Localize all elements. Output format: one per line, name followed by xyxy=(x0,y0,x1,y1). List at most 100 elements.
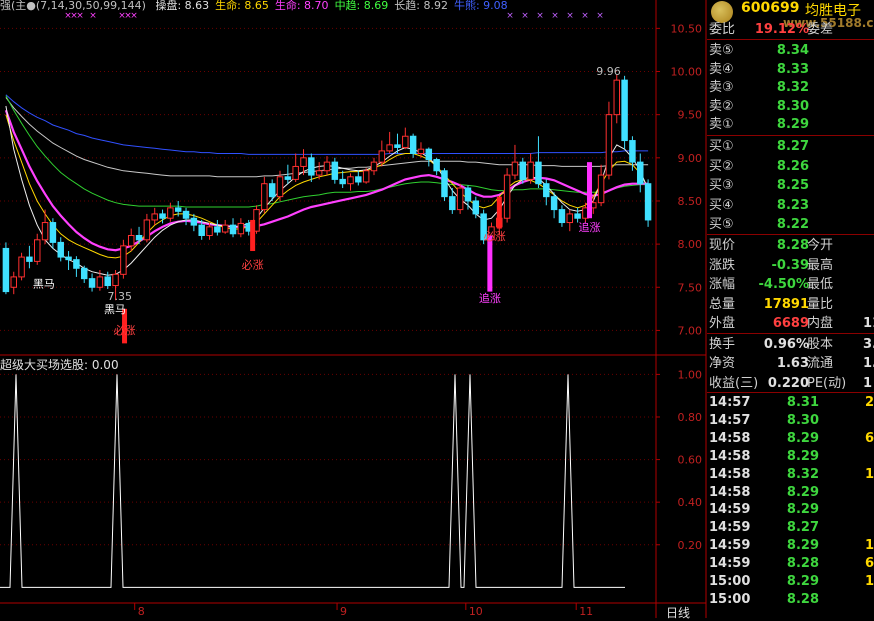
chart-annotation: 7.35 xyxy=(108,290,133,303)
quote-label-2: PE(动) xyxy=(807,375,847,391)
chart-annotation: 必涨 xyxy=(484,230,506,243)
tick-price: 8.31 xyxy=(786,395,819,410)
candle-body xyxy=(292,165,299,180)
signal-bar xyxy=(586,162,592,219)
tick-row: 14:59 8.28 6 xyxy=(707,554,874,573)
ma-legend-item: 中趋: 8.69 xyxy=(334,0,389,12)
candle-body xyxy=(558,209,566,224)
tick-price: 8.28 xyxy=(786,591,819,607)
stock-header: 600699 均胜电子 www.55188.com xyxy=(707,0,874,30)
sub-y-tick-label: 0.80 xyxy=(678,411,703,424)
candle-body xyxy=(167,207,174,219)
candle-body xyxy=(135,234,143,241)
candle-body xyxy=(511,161,519,176)
candle-body xyxy=(96,276,104,288)
candle-body xyxy=(65,256,72,261)
candle-body xyxy=(503,174,511,219)
candle-body xyxy=(80,267,88,280)
candle-body xyxy=(621,79,628,142)
candle-body xyxy=(276,176,284,198)
candle-body xyxy=(18,256,25,278)
ratio-label: 委比 xyxy=(709,22,736,37)
bid-row: 买② 8.26 xyxy=(707,157,874,176)
candle-body xyxy=(2,247,10,293)
candle-body xyxy=(527,161,534,180)
candle-body xyxy=(49,222,57,243)
tick-row: 15:00 8.29 1 xyxy=(707,572,874,591)
tick-time: 15:00 xyxy=(709,574,751,589)
ask-label: 卖① xyxy=(709,117,734,132)
candle-body xyxy=(519,161,527,180)
tick-price: 8.29 xyxy=(786,448,819,464)
quote-label-2: 今开 xyxy=(807,238,834,253)
quote-value: 8.28 xyxy=(776,238,809,253)
ma-line xyxy=(4,109,649,252)
chart-annotation: 必涨 xyxy=(242,258,264,271)
sub-y-tick-label: 0.40 xyxy=(678,496,703,509)
tick-price: 8.28 xyxy=(786,556,819,572)
quote-row: 外盘 6689 内盘 11 xyxy=(707,314,874,333)
bid-row: 买① 8.27 xyxy=(707,137,874,156)
ask-row: 卖③ 8.32 xyxy=(707,78,874,97)
ask-price: 8.30 xyxy=(776,98,809,114)
quote-label: 外盘 xyxy=(709,316,736,331)
bid-price: 8.26 xyxy=(776,158,809,174)
tick-time: 14:57 xyxy=(709,395,751,410)
tick-price: 8.29 xyxy=(786,538,819,554)
quote-label-2: 股本 xyxy=(807,336,834,352)
candle-body xyxy=(613,79,620,116)
candle-body xyxy=(339,178,346,185)
ma-line xyxy=(5,94,649,155)
candle-body xyxy=(127,234,135,247)
candle-body xyxy=(73,259,80,269)
tick-row: 14:59 8.29 xyxy=(707,500,874,519)
candle-body xyxy=(472,200,480,215)
ask-row: 卖④ 8.33 xyxy=(707,60,874,79)
candle-body xyxy=(362,170,370,183)
period-label[interactable]: 日线 xyxy=(653,604,703,621)
y-tick-label: 7.50 xyxy=(678,281,703,294)
candle-body xyxy=(143,219,151,241)
candle-body xyxy=(386,144,393,152)
candle-body xyxy=(261,183,268,211)
quote-value: 17891 xyxy=(763,296,809,312)
ma-legend-item: 操盘: 8.63 xyxy=(155,0,210,12)
tick-time: 15:00 xyxy=(709,591,751,607)
candle-body xyxy=(308,157,315,176)
candle-body xyxy=(221,224,229,233)
y-tick-label: 8.50 xyxy=(678,195,703,208)
candle-body xyxy=(315,170,323,176)
candle-body xyxy=(206,226,213,236)
quote-label: 净资 xyxy=(709,356,736,371)
candle-body xyxy=(229,224,237,235)
candle-body xyxy=(323,161,331,172)
bid-label: 买① xyxy=(709,139,734,154)
candle-body xyxy=(159,213,166,219)
ask-price: 8.29 xyxy=(776,117,809,132)
candle-body xyxy=(88,278,96,288)
panel-divider xyxy=(707,39,874,40)
quote-label: 涨跌 xyxy=(709,257,736,273)
tick-volume: 2 xyxy=(865,395,874,410)
chart-annotation: 追涨 xyxy=(479,291,501,305)
candle-body xyxy=(370,161,378,172)
candle-body xyxy=(543,183,550,198)
candle-body xyxy=(347,176,354,185)
candle-body xyxy=(214,226,221,233)
ask-label: 卖③ xyxy=(709,80,734,95)
tick-time: 14:58 xyxy=(709,484,751,500)
tick-row: 14:57 8.31 2 xyxy=(707,393,874,412)
tick-time: 14:59 xyxy=(709,502,751,518)
tick-volume: 1 xyxy=(865,538,874,554)
candle-body xyxy=(409,135,417,154)
candle-body xyxy=(433,159,440,172)
candle-body xyxy=(237,222,245,235)
candle-body xyxy=(198,224,205,236)
quote-value: 0.96% xyxy=(763,336,809,352)
sub-y-tick-label: 1.00 xyxy=(678,368,703,381)
tick-row: 15:00 8.28 xyxy=(707,590,874,609)
quote-row: 现价 8.28 今开 xyxy=(707,236,874,255)
ask-row: 卖② 8.30 xyxy=(707,97,874,116)
candle-body xyxy=(355,176,362,183)
candle-body xyxy=(394,144,401,148)
